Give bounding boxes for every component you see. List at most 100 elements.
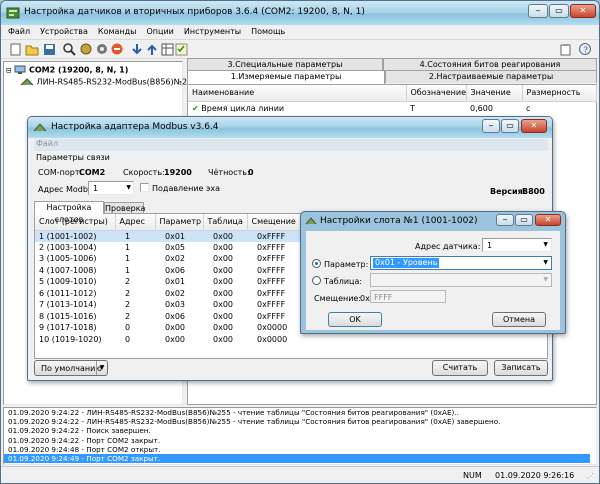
menu-commands[interactable]: Команды [98, 25, 137, 39]
offset-cell: 0xFFFF [257, 242, 286, 252]
slot-dialog-title-bar: Настройки слота №1 (1001-1002) ‒ ▭ ✕ [301, 212, 565, 230]
modbus-minimize-button[interactable]: ‒ [482, 119, 500, 133]
slot-dialog-body: Адрес датчика: 1 ▼ Параметр: 0x01 - Уров… [306, 231, 560, 330]
cancel-button[interactable]: Отмена [492, 312, 546, 327]
offset-label: Смещение: [314, 294, 362, 303]
menu-help[interactable]: Помощь [251, 25, 285, 39]
table-icon[interactable] [161, 43, 174, 56]
maximize-button[interactable]: ▭ [549, 4, 569, 18]
new-icon[interactable] [9, 43, 22, 56]
info-icon[interactable]: ? [579, 43, 592, 56]
tab-slot-settings[interactable]: Настройка слотов [34, 201, 104, 224]
minimize-button[interactable]: ‒ [528, 4, 548, 18]
read-button[interactable]: Считать [432, 360, 488, 376]
param-select-value: 0x01 - Уровень [373, 258, 440, 268]
col-value[interactable]: Значение [466, 85, 523, 102]
modbus-maximize-button[interactable]: ▭ [501, 119, 519, 133]
address-cell: 2 [125, 300, 131, 310]
tree-root[interactable]: ⊟ COM2 (19200, 8, N, 1) [6, 65, 128, 75]
address-cell: 1 [125, 242, 131, 252]
tab-configurable-params[interactable]: 2.Настраиваемые параметры [385, 70, 597, 83]
log-line: 01.09.2020 9:24:48 - Порт COM2 открыт. [8, 444, 161, 454]
table-row[interactable]: 6 (1011-1012) 2 0x02 0x00 0xFFFF [35, 288, 300, 300]
svg-text:?: ? [584, 46, 588, 55]
table-row[interactable]: 4 (1007-1008) 1 0x06 0x00 0xFFFF [35, 265, 300, 277]
menu-tools[interactable]: Инструменты [184, 25, 241, 39]
save-icon[interactable] [43, 43, 56, 56]
open-folder-icon[interactable] [25, 43, 39, 56]
col-code[interactable]: Обозначение [406, 85, 467, 102]
settings-icon[interactable] [96, 43, 109, 56]
main-title-bar: Настройка датчиков и вторичных приборов … [1, 1, 599, 25]
slot-minimize-button[interactable]: ‒ [496, 214, 514, 226]
table-cell: 0x00 [213, 300, 234, 310]
col-table[interactable]: Таблица [203, 214, 248, 231]
param-cell: 0x06 [165, 265, 186, 275]
group-label: Параметры связи [36, 153, 110, 162]
table-row[interactable]: ✔ Время цикла линии T 0,600 с [188, 101, 596, 116]
modbus-close-button[interactable]: ✕ [521, 119, 547, 133]
address-cell: 0 [125, 334, 131, 344]
collapse-icon[interactable]: ⊟ [6, 67, 12, 75]
echo-label: Подавление эха [152, 184, 221, 193]
col-unit[interactable]: Размерность [522, 85, 597, 102]
col-param[interactable]: Параметр [155, 214, 204, 231]
param-unit: с [526, 104, 531, 114]
clipboard-icon[interactable] [559, 43, 572, 56]
table-row[interactable]: 7 (1013-1014) 2 0x03 0x00 0xFFFF [35, 299, 300, 311]
col-offset[interactable]: Смещение [247, 214, 301, 231]
param-radio[interactable] [312, 259, 321, 268]
checklist-icon[interactable] [175, 43, 188, 56]
parity-label: Чётность: [208, 168, 250, 177]
connect-icon[interactable] [80, 43, 93, 56]
sensor-address-select[interactable]: 1 ▼ [482, 238, 552, 252]
device-search-icon[interactable] [63, 43, 77, 56]
menu-options[interactable]: Опции [146, 25, 173, 39]
upload-icon[interactable] [146, 43, 158, 56]
echo-checkbox[interactable] [140, 183, 149, 192]
param-code: T [410, 104, 415, 114]
tree-child[interactable]: ЛИН-RS485-RS232-ModBus(B856)№255 [20, 77, 197, 87]
close-button[interactable]: ✕ [570, 4, 596, 18]
table-row[interactable]: 1 (1001-1002) 1 0x01 0x00 0xFFFF [35, 230, 300, 242]
menu-devices[interactable]: Устройства [40, 25, 88, 39]
slot-dialog-title: Настройки слота №1 (1001-1002) [320, 216, 478, 226]
table-row[interactable]: 2 (1003-1004) 1 0x05 0x00 0xFFFF [35, 242, 300, 254]
table-row[interactable]: 3 (1005-1006) 1 0x02 0x00 0xFFFF [35, 253, 300, 265]
param-value: 0,600 [470, 104, 493, 114]
offset-input[interactable]: FFFF [370, 290, 446, 303]
modbus-menu-file[interactable]: Файл [34, 139, 58, 148]
table-select[interactable]: ▼ [370, 273, 552, 287]
slot-close-button[interactable]: ✕ [535, 214, 561, 226]
dropdown-arrow-icon[interactable]: ▼ [96, 361, 107, 375]
log-line-selected[interactable]: 01.09.2020 9:24:49 - Порт COM2 закрыт. [4, 453, 590, 464]
modbus-title: Настройка адаптера Modbus v3.6.4 [51, 122, 219, 132]
col-address[interactable]: Адрес [115, 214, 156, 231]
offset-cell: 0xFFFF [257, 288, 286, 298]
radio-dot-icon [315, 262, 318, 265]
menu-file[interactable]: Файл [8, 25, 30, 39]
table-cell: 0x00 [213, 311, 234, 321]
download-icon[interactable] [131, 43, 143, 56]
col-name[interactable]: Наименование [188, 85, 407, 102]
param-select[interactable]: 0x01 - Уровень ▼ [370, 256, 552, 270]
ok-button[interactable]: OK [328, 312, 382, 327]
log-line: 01.09.2020 9:24:22 - Поиск завершен. [8, 426, 151, 436]
version-value: B800 [522, 187, 545, 196]
table-radio[interactable] [312, 276, 321, 285]
tree-child-label: ЛИН-RS485-RS232-ModBus(B856)№255 [36, 77, 198, 87]
stop-icon[interactable] [111, 43, 124, 56]
resize-grip-icon[interactable]: ⋰ [587, 472, 594, 480]
table-row[interactable]: 9 (1017-1018) 0 0x00 0x00 0x0000 [35, 322, 300, 334]
table-row[interactable]: 8 (1015-1016) 2 0x06 0x00 0xFFFF [35, 311, 300, 323]
write-button[interactable]: Записать [494, 360, 548, 376]
default-button[interactable]: По умолчанию ▼ [34, 360, 108, 376]
offset-cell: 0xFFFF [257, 277, 286, 287]
computer-icon [14, 65, 26, 74]
tab-measured-params[interactable]: 1.Измеряемые параметры [187, 70, 385, 84]
address-select[interactable]: 1 ▼ [88, 181, 134, 195]
table-row[interactable]: 5 (1009-1010) 2 0x01 0x00 0xFFFF [35, 276, 300, 288]
log-line: 01.09.2020 9:24:22 - Порт COM2 закрыт. [8, 435, 161, 445]
slot-maximize-button[interactable]: ▭ [515, 214, 533, 226]
table-row[interactable]: 10 (1019-1020) 0 0x00 0x00 0x0000 [35, 334, 300, 346]
